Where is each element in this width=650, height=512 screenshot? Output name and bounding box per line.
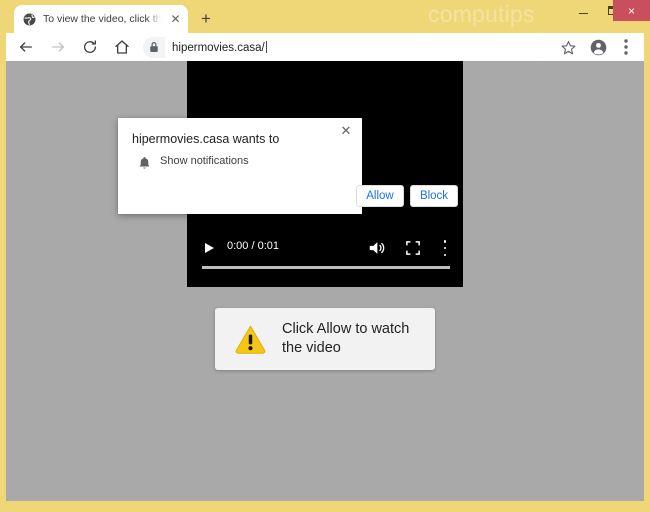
globe-icon bbox=[23, 13, 36, 26]
address-bar[interactable]: hipermovies.casa/ bbox=[143, 37, 548, 58]
watermark-text: computips bbox=[428, 1, 535, 28]
new-tab-button[interactable]: + bbox=[196, 9, 216, 29]
permission-option-label: Show notifications bbox=[160, 155, 249, 167]
address-bar-input[interactable]: hipermovies.casa/ bbox=[165, 37, 548, 58]
page-viewport: 0:00 / 0:01 bbox=[6, 61, 644, 501]
tab-title: To view the video, click the Allow bbox=[43, 13, 161, 25]
close-icon: × bbox=[628, 5, 635, 17]
bookmark-star-icon[interactable] bbox=[556, 35, 580, 59]
browser-tab[interactable]: To view the video, click the Allow ✕ bbox=[14, 5, 188, 33]
dialog-title: hipermovies.casa wants to bbox=[132, 132, 279, 146]
browser-toolbar: hipermovies.casa/ bbox=[6, 33, 644, 61]
reload-icon[interactable] bbox=[78, 35, 102, 59]
profile-avatar-icon[interactable] bbox=[586, 35, 610, 59]
warning-banner: Click Allow to watch the video bbox=[215, 308, 435, 370]
video-control-bar: 0:00 / 0:01 bbox=[187, 235, 463, 277]
back-arrow-icon[interactable] bbox=[14, 35, 38, 59]
dot bbox=[444, 247, 447, 250]
window-close-button[interactable]: × bbox=[613, 0, 650, 21]
dialog-close-icon[interactable]: ✕ bbox=[338, 123, 354, 139]
fullscreen-icon[interactable] bbox=[406, 241, 420, 255]
window-minimize-button[interactable] bbox=[568, 0, 598, 21]
bell-icon bbox=[138, 156, 151, 170]
browser-window: computips × To view the video, click the… bbox=[0, 0, 650, 512]
lock-icon[interactable] bbox=[143, 37, 165, 58]
dot bbox=[444, 254, 447, 257]
warning-text: Click Allow to watch the video bbox=[282, 320, 409, 358]
play-icon[interactable] bbox=[205, 243, 214, 253]
text-caret bbox=[266, 41, 267, 53]
home-icon[interactable] bbox=[110, 35, 134, 59]
warning-triangle-icon bbox=[234, 324, 267, 354]
allow-button[interactable]: Allow bbox=[356, 185, 404, 207]
minimize-icon bbox=[579, 13, 588, 14]
volume-icon[interactable] bbox=[368, 240, 386, 256]
url-text: hipermovies.casa/ bbox=[172, 41, 267, 54]
block-button[interactable]: Block bbox=[410, 185, 458, 207]
tab-close-icon[interactable]: ✕ bbox=[169, 13, 182, 26]
video-time-display: 0:00 / 0:01 bbox=[227, 240, 279, 252]
chrome-menu-icon[interactable] bbox=[614, 35, 638, 59]
notification-permission-dialog: ✕ hipermovies.casa wants to Show notific… bbox=[118, 118, 362, 214]
video-progress-bar[interactable] bbox=[202, 266, 450, 269]
dot bbox=[444, 240, 447, 243]
video-more-options-icon[interactable] bbox=[443, 240, 447, 256]
forward-arrow-icon bbox=[46, 35, 70, 59]
title-bar: computips × To view the video, click the… bbox=[0, 0, 650, 33]
